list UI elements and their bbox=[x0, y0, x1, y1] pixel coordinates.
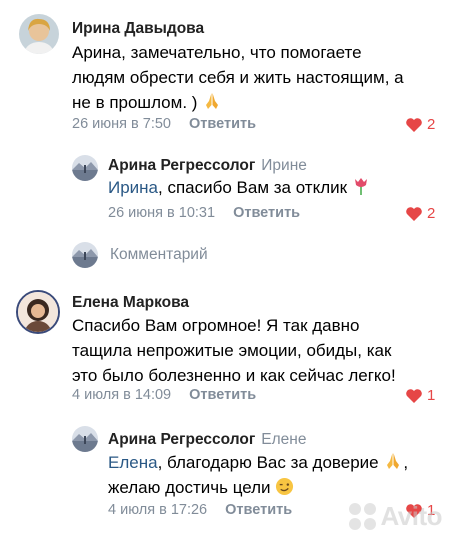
like-button[interactable]: 1 bbox=[405, 387, 435, 404]
comment-meta: 4 июля в 17:26 Ответить bbox=[108, 502, 292, 518]
author-name[interactable]: Ирина Давыдова bbox=[72, 20, 204, 38]
comment-line: Елена, благодарю Вас за доверие , bbox=[108, 453, 409, 472]
wink-emoji-icon bbox=[276, 477, 294, 496]
comment-line: это было болезненно и как сейчас легко! bbox=[72, 366, 396, 385]
comment-text: Спасибо Вам огромное! Я так давно тащила… bbox=[72, 313, 396, 388]
avatar-irina[interactable] bbox=[19, 14, 59, 54]
comment-date: 4 июля в 14:09 bbox=[72, 387, 172, 403]
reply-button[interactable]: Ответить bbox=[189, 387, 256, 403]
pray-emoji-icon bbox=[387, 453, 400, 469]
comment-meta: 26 июня в 10:31 Ответить bbox=[108, 205, 300, 221]
compose-placeholder: Комментарий bbox=[110, 246, 208, 263]
like-count: 1 bbox=[427, 387, 436, 404]
author-name: Арина Регрессолог Ирине bbox=[108, 157, 307, 175]
comment-date: 26 июня в 10:31 bbox=[108, 205, 216, 221]
reply-to-name[interactable]: Елене bbox=[261, 431, 306, 448]
comment-line: тащила непрожитые эмоции, обиды, как bbox=[72, 341, 392, 360]
comment-line: не в прошлом. ) bbox=[72, 90, 404, 115]
mention-link[interactable]: Ирина bbox=[108, 178, 158, 197]
comment-date: 4 июля в 17:26 bbox=[108, 502, 208, 518]
comment-line: желаю достичь цели bbox=[108, 475, 408, 500]
heart-icon bbox=[406, 117, 422, 132]
pray-emoji-icon bbox=[206, 93, 219, 109]
avatar-arina[interactable] bbox=[72, 426, 98, 452]
like-count: 2 bbox=[427, 116, 436, 133]
like-count: 2 bbox=[427, 205, 436, 222]
author-link[interactable]: Арина Регрессолог bbox=[108, 431, 255, 448]
like-button[interactable]: 2 bbox=[405, 116, 435, 133]
reply-button[interactable]: Ответить bbox=[189, 116, 256, 132]
comment-meta: 26 июня в 7:50 Ответить bbox=[72, 116, 256, 132]
avito-logo-icon bbox=[349, 503, 377, 530]
mention-link[interactable]: Елена bbox=[108, 453, 158, 472]
comment-line: Арина, замечательно, что помогаете bbox=[72, 43, 362, 62]
watermark-text: Avito bbox=[380, 501, 442, 531]
author-link[interactable]: Арина Регрессолог bbox=[108, 157, 255, 174]
avatar-arina[interactable] bbox=[72, 155, 98, 181]
heart-icon bbox=[406, 388, 422, 403]
comment-text: Ирина, спасибо Вам за отклик bbox=[108, 175, 370, 200]
heart-icon bbox=[406, 206, 422, 221]
like-button[interactable]: 2 bbox=[405, 205, 435, 222]
comment-compose-field[interactable]: Комментарий bbox=[72, 242, 208, 268]
reply-button[interactable]: Ответить bbox=[225, 502, 292, 518]
comment-meta: 4 июля в 14:09 Ответить bbox=[72, 387, 256, 403]
reply-to-name[interactable]: Ирине bbox=[261, 157, 307, 174]
avatar-elena[interactable] bbox=[16, 290, 60, 334]
comment-line: Спасибо Вам огромное! Я так давно bbox=[72, 316, 360, 335]
author-name[interactable]: Елена Маркова bbox=[72, 294, 189, 312]
reply-button[interactable]: Ответить bbox=[233, 205, 300, 221]
avatar-arina bbox=[72, 242, 98, 268]
author-name: Арина Регрессолог Елене bbox=[108, 431, 306, 449]
tulip-emoji-icon bbox=[354, 178, 367, 195]
comment-date: 26 июня в 7:50 bbox=[72, 116, 171, 132]
comment-line: людям обрести себя и жить настоящим, а bbox=[72, 68, 404, 87]
avito-watermark: Avito bbox=[349, 501, 442, 532]
comment-text: Елена, благодарю Вас за доверие , желаю … bbox=[108, 450, 408, 500]
comment-text: Арина, замечательно, что помогаете людям… bbox=[72, 40, 404, 115]
